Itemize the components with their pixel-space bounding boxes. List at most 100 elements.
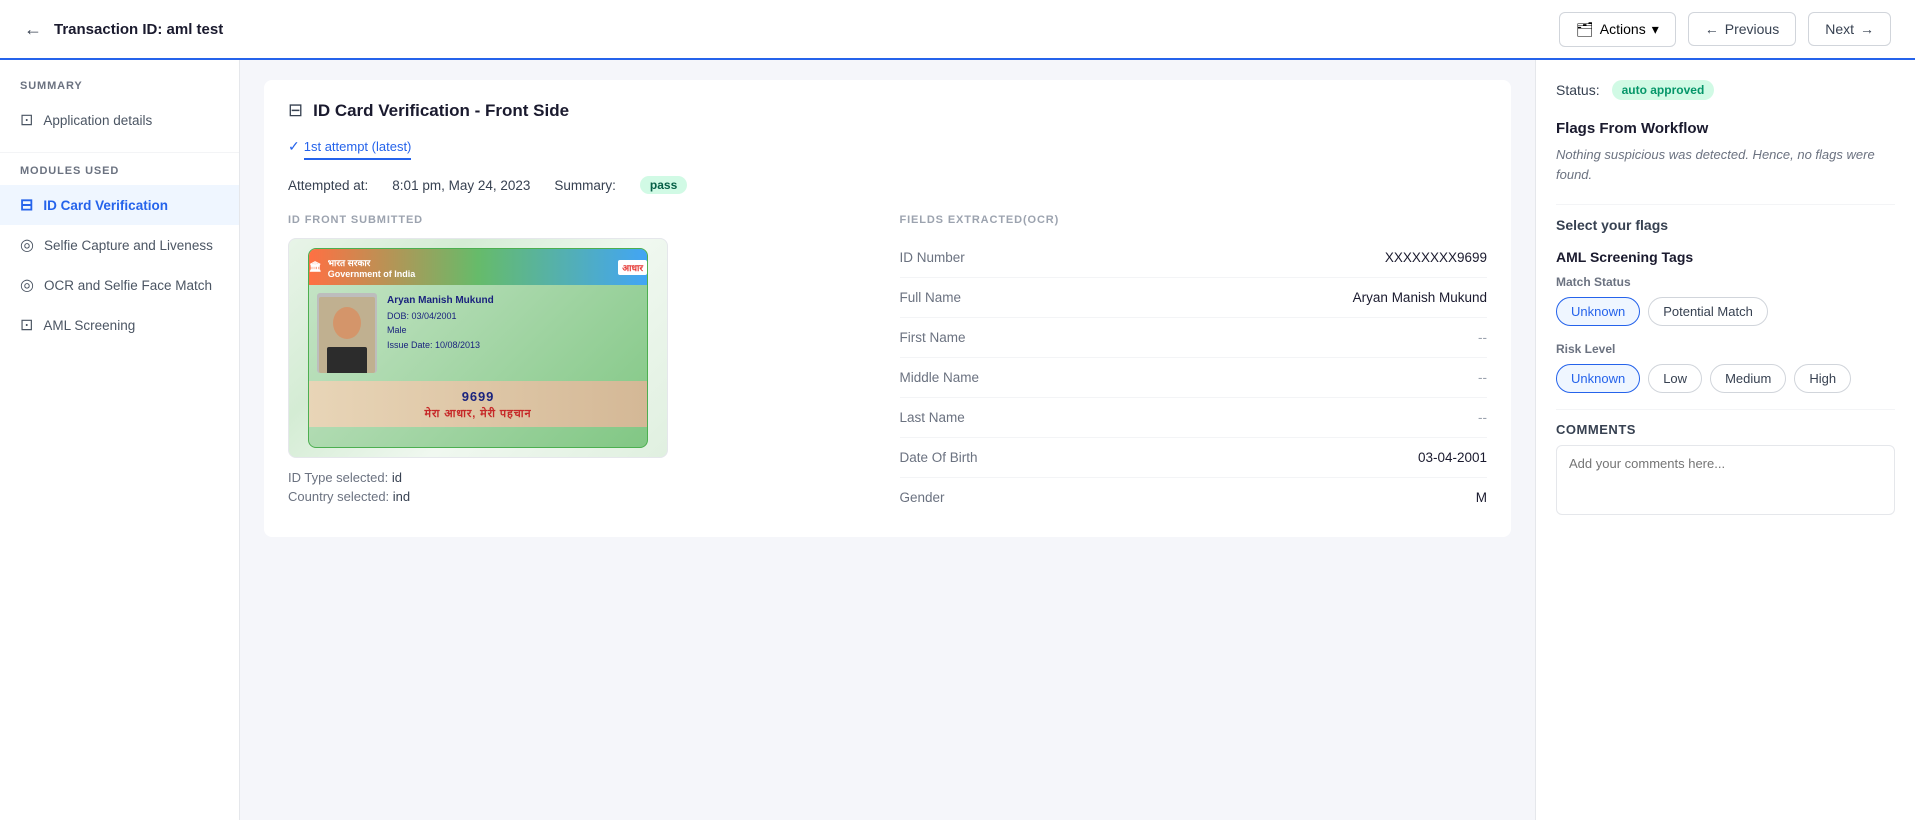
aml-icon: ⊡: [20, 315, 33, 335]
sidebar-item-application-details[interactable]: ⊡ Application details: [0, 100, 239, 140]
id-submitted-label: ID FRONT SUBMITTED: [288, 214, 876, 226]
gov-en: Government of India: [328, 269, 416, 279]
field-value: --: [1478, 410, 1487, 425]
comments-input[interactable]: [1556, 445, 1895, 515]
status-badge: auto approved: [1612, 80, 1715, 100]
table-row: ID Number XXXXXXXX9699: [900, 238, 1488, 278]
summary-section-label: SUMMARY: [0, 80, 239, 100]
modules-section-label: MODULES USED: [0, 165, 239, 185]
summary-badge: pass: [640, 176, 687, 194]
field-value: --: [1478, 370, 1487, 385]
id-image: 🏛 भारत सरकार Government of India आधार: [288, 238, 668, 458]
sidebar-item-id-card-verification[interactable]: ⊟ ID Card Verification: [0, 185, 239, 225]
sidebar-label-application-details: Application details: [43, 113, 152, 128]
field-label: Full Name: [900, 290, 962, 305]
card-title: ID Card Verification - Front Side: [313, 101, 569, 121]
table-row: First Name --: [900, 318, 1488, 358]
attempt-tab[interactable]: ✓1st attempt (latest): [288, 135, 1487, 176]
back-icon[interactable]: ←: [24, 19, 42, 40]
actions-label: Actions: [1600, 21, 1646, 37]
field-value: Aryan Manish Mukund: [1353, 290, 1487, 305]
topbar-left: ← Transaction ID: aml test: [24, 19, 223, 40]
aadhar-logo: आधार: [618, 260, 647, 275]
table-row: GenderM: [900, 478, 1488, 517]
risk-level-label: Risk Level: [1556, 342, 1895, 356]
field-label: Middle Name: [900, 370, 980, 385]
risk-tags-row: Unknown Low Medium High: [1556, 364, 1895, 393]
actions-folder-icon: 🗂: [1576, 21, 1594, 38]
table-row: Last Name --: [900, 398, 1488, 438]
attempt-label[interactable]: 1st attempt (latest): [304, 135, 412, 160]
check-icon: ✓: [288, 138, 300, 154]
attempted-at-label: Attempted at:: [288, 178, 368, 193]
status-label: Status:: [1556, 82, 1600, 98]
prev-arrow-icon: ←: [1705, 21, 1719, 37]
application-details-icon: ⊡: [20, 110, 33, 130]
field-label: Last Name: [900, 410, 965, 425]
id-card-top: 🏛 भारत सरकार Government of India आधार: [309, 249, 647, 285]
sidebar-item-selfie-capture[interactable]: ◎ Selfie Capture and Liveness: [0, 225, 239, 265]
previous-label: Previous: [1725, 21, 1779, 37]
id-meta: ID Type selected: id Country selected: i…: [288, 470, 876, 504]
right-panel: Status: auto approved Flags From Workflo…: [1535, 60, 1915, 820]
fields-list: ID Number XXXXXXXX9699 Full Name Aryan Mani…: [900, 238, 1488, 517]
summary-label: Summary:: [554, 178, 616, 193]
card-header-icon: ⊟: [288, 100, 303, 121]
comments-label: COMMENTS: [1556, 422, 1895, 437]
table-row: Full Name Aryan Manish Mukund: [900, 278, 1488, 318]
table-row: Date Of Birth03-04-2001: [900, 438, 1488, 478]
next-arrow-icon: →: [1860, 21, 1874, 37]
content-area: ⊟ ID Card Verification - Front Side ✓1st…: [240, 60, 1535, 820]
id-dob: DOB: 03/04/2001: [387, 309, 494, 323]
previous-button[interactable]: ← Previous: [1688, 12, 1796, 46]
id-name: Aryan Manish Mukund: [387, 293, 494, 309]
field-value: XXXXXXXX9699: [1385, 250, 1487, 265]
id-type-label: ID Type selected:: [288, 470, 388, 485]
field-label: ID Number: [900, 250, 965, 265]
sidebar-item-ocr-selfie[interactable]: ◎ OCR and Selfie Face Match: [0, 265, 239, 305]
next-button[interactable]: Next →: [1808, 12, 1891, 46]
status-row: Status: auto approved: [1556, 80, 1895, 100]
field-value: --: [1478, 330, 1487, 345]
fields-block: FIELDS EXTRACTED(OCR) ID NumberXXXXXXXX9…: [900, 214, 1488, 517]
id-card-verification-card: ⊟ ID Card Verification - Front Side ✓1st…: [264, 80, 1511, 537]
card-header: ⊟ ID Card Verification - Front Side: [288, 100, 1487, 121]
topbar: ← Transaction ID: aml test 🗂 Actions ▾ ←…: [0, 0, 1915, 60]
id-card-icon: ⊟: [20, 195, 33, 215]
sidebar: SUMMARY ⊡ Application details MODULES US…: [0, 60, 240, 820]
id-card-body: Aryan Manish Mukund DOB: 03/04/2001 Male…: [309, 285, 647, 381]
page-title: Transaction ID: aml test: [54, 21, 223, 38]
id-slogan: मेरा आधार, मेरी पहचान: [317, 406, 639, 421]
risk-tag-low[interactable]: Low: [1648, 364, 1702, 393]
match-tags-row: Unknown Potential Match: [1556, 297, 1895, 326]
sidebar-item-aml-screening[interactable]: ⊡ AML Screening: [0, 305, 239, 345]
sidebar-label-ocr: OCR and Selfie Face Match: [44, 278, 212, 293]
id-card-visual: 🏛 भारत सरकार Government of India आधार: [308, 248, 648, 448]
field-label: First Name: [900, 330, 966, 345]
select-flags-title: Select your flags: [1556, 217, 1895, 233]
id-issue-date: Issue Date: 10/08/2013: [387, 338, 494, 352]
content-inner: ⊟ ID Card Verification - Front Side ✓1st…: [240, 60, 1535, 573]
flags-title: Flags From Workflow: [1556, 120, 1895, 137]
field-label: Date Of Birth: [900, 450, 978, 465]
match-tag-unknown[interactable]: Unknown: [1556, 297, 1640, 326]
match-tag-potential-match[interactable]: Potential Match: [1648, 297, 1768, 326]
sidebar-label-aml: AML Screening: [43, 318, 135, 333]
attempted-at-value: 8:01 pm, May 24, 2023: [392, 178, 530, 193]
table-row: Middle Name --: [900, 358, 1488, 398]
id-type-row: ID Type selected: id: [288, 470, 876, 485]
actions-button[interactable]: 🗂 Actions ▾: [1559, 12, 1676, 47]
ocr-icon: ◎: [20, 275, 34, 295]
match-status-label: Match Status: [1556, 275, 1895, 289]
id-gender: Male: [387, 323, 494, 337]
emblem-icon: 🏛: [309, 262, 322, 273]
country-row: Country selected: ind: [288, 489, 876, 504]
country-value: ind: [393, 489, 410, 504]
risk-tag-medium[interactable]: Medium: [1710, 364, 1786, 393]
id-number: 9699: [317, 389, 639, 404]
risk-tag-unknown[interactable]: Unknown: [1556, 364, 1640, 393]
meta-row: Attempted at: 8:01 pm, May 24, 2023 Summ…: [288, 176, 1487, 194]
risk-tag-high[interactable]: High: [1794, 364, 1851, 393]
id-photo: [317, 293, 377, 373]
field-label: Gender: [900, 490, 945, 505]
